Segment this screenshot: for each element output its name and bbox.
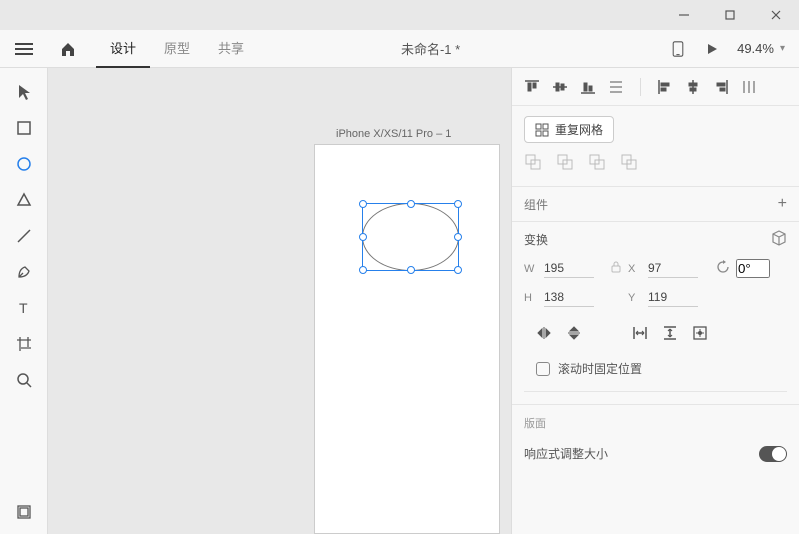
y-input[interactable] <box>648 288 698 307</box>
zoom-tool[interactable] <box>8 364 40 396</box>
repeat-grid-label: 重复网格 <box>555 121 603 138</box>
boolean-intersect-icon[interactable] <box>588 153 606 174</box>
rotation-input[interactable] <box>736 259 770 278</box>
tab-share[interactable]: 共享 <box>204 30 258 68</box>
align-top-icon[interactable] <box>522 77 542 97</box>
cube-3d-icon[interactable] <box>771 230 787 249</box>
pen-tool[interactable] <box>8 256 40 288</box>
selection-handle[interactable] <box>407 266 415 274</box>
hamburger-menu-button[interactable] <box>0 42 48 56</box>
responsive-resize-label: 响应式调整大小 <box>524 445 608 462</box>
lock-aspect-icon[interactable] <box>611 261 621 276</box>
home-button[interactable] <box>48 41 88 57</box>
tab-prototype[interactable]: 原型 <box>150 30 204 68</box>
distribute-vertical-icon[interactable] <box>606 77 626 97</box>
artboard-label[interactable]: iPhone X/XS/11 Pro – 1 <box>336 128 451 140</box>
selection-handle[interactable] <box>407 200 415 208</box>
layout-section-label: 版面 <box>524 415 787 431</box>
selection-handle[interactable] <box>359 200 367 208</box>
zoom-dropdown[interactable]: 49.4% ▾ <box>731 41 791 56</box>
constrain-width-icon[interactable] <box>632 325 648 344</box>
rectangle-tool[interactable] <box>8 112 40 144</box>
assets-panel-button[interactable] <box>8 496 40 528</box>
boolean-subtract-icon[interactable] <box>556 153 574 174</box>
repeat-grid-button[interactable]: 重复网格 <box>524 116 614 143</box>
document-title: 未命名-1 * <box>258 39 663 58</box>
selection-handle[interactable] <box>454 200 462 208</box>
transform-section-label: 变换 <box>524 231 548 248</box>
chevron-down-icon: ▾ <box>780 43 785 54</box>
selection-box <box>362 203 459 271</box>
constrain-both-icon[interactable] <box>692 325 708 344</box>
fix-position-label: 滚动时固定位置 <box>558 360 642 377</box>
align-middle-icon[interactable] <box>550 77 570 97</box>
align-center-icon[interactable] <box>683 77 703 97</box>
boolean-add-icon[interactable] <box>524 153 542 174</box>
responsive-resize-toggle[interactable] <box>759 446 787 462</box>
svg-text:T: T <box>19 300 28 316</box>
align-right-icon[interactable] <box>711 77 731 97</box>
play-button[interactable] <box>697 34 727 64</box>
window-close-button[interactable] <box>753 0 799 30</box>
distribute-horizontal-icon[interactable] <box>739 77 759 97</box>
component-section-label: 组件 <box>524 196 548 213</box>
fix-position-checkbox[interactable] <box>536 362 550 376</box>
x-input[interactable] <box>648 259 698 278</box>
line-tool[interactable] <box>8 220 40 252</box>
width-input[interactable] <box>544 259 594 278</box>
flip-vertical-icon[interactable] <box>566 325 582 344</box>
rotate-icon <box>716 260 730 277</box>
tab-design[interactable]: 设计 <box>96 30 150 68</box>
height-input[interactable] <box>544 288 594 307</box>
artboard-tool[interactable] <box>8 328 40 360</box>
ellipse-tool[interactable] <box>8 148 40 180</box>
selection-handle[interactable] <box>359 266 367 274</box>
align-bottom-icon[interactable] <box>578 77 598 97</box>
add-component-button[interactable]: + <box>778 195 787 213</box>
window-minimize-button[interactable] <box>661 0 707 30</box>
boolean-exclude-icon[interactable] <box>620 153 638 174</box>
zoom-value: 49.4% <box>737 41 774 56</box>
selection-handle[interactable] <box>454 266 462 274</box>
polygon-tool[interactable] <box>8 184 40 216</box>
select-tool[interactable] <box>8 76 40 108</box>
selection-handle[interactable] <box>359 233 367 241</box>
constrain-height-icon[interactable] <box>662 325 678 344</box>
device-preview-icon[interactable] <box>663 34 693 64</box>
align-left-icon[interactable] <box>655 77 675 97</box>
flip-horizontal-icon[interactable] <box>536 325 552 344</box>
text-tool[interactable]: T <box>8 292 40 324</box>
artboard[interactable] <box>314 144 500 534</box>
window-maximize-button[interactable] <box>707 0 753 30</box>
selection-handle[interactable] <box>454 233 462 241</box>
canvas[interactable]: iPhone X/XS/11 Pro – 1 <box>48 68 511 534</box>
